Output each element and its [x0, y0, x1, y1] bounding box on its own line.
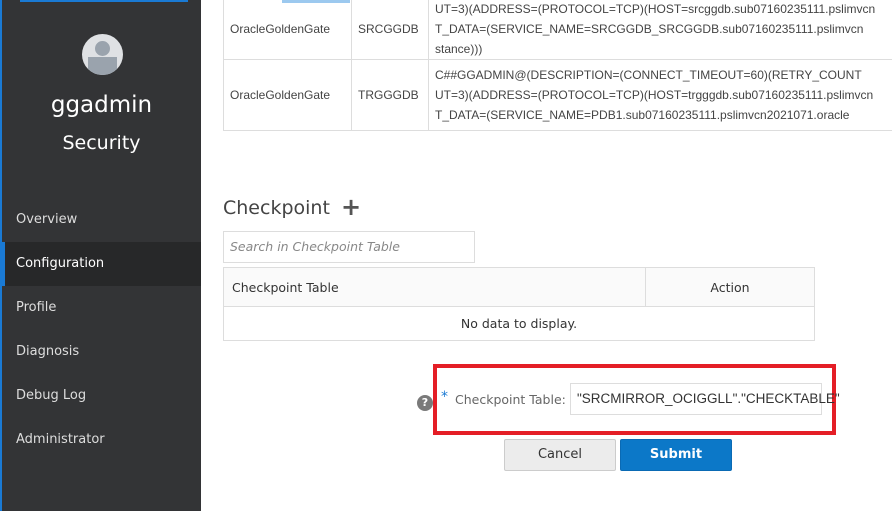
sidebar-item-overview[interactable]: Overview [2, 198, 201, 242]
userid-line: T_DATA=(SERVICE_NAME=PDB1.sub07160235111… [435, 108, 850, 122]
sidebar-item-profile[interactable]: Profile [2, 286, 201, 330]
sidebar-item-diagnosis[interactable]: Diagnosis [2, 330, 201, 374]
sidebar-nav: Overview Configuration Profile Diagnosis… [2, 198, 201, 462]
required-marker: * [441, 389, 448, 405]
column-header-checkpoint-table: Checkpoint Table [223, 267, 646, 307]
domain-cell: OracleGoldenGate [223, 0, 352, 60]
top-accent-bar [20, 0, 188, 2]
alias-cell: TRGGGDB [351, 59, 429, 131]
submit-button[interactable]: Submit [620, 439, 732, 471]
table-row: OracleGoldenGate SRCGGDB UT=3)(ADDRESS=(… [223, 0, 892, 60]
empty-message: No data to display. [223, 306, 815, 341]
checkpoint-title: Checkpoint [223, 197, 330, 219]
userid-line: T_DATA=(SERVICE_NAME=SRCGGDB_SRCGGDB.sub… [435, 22, 864, 36]
userid-line: C##GGADMIN@(DESCRIPTION=(CONNECT_TIMEOUT… [435, 68, 862, 82]
help-icon[interactable]: ? [417, 395, 433, 411]
checkpoint-table: Checkpoint Table Action No data to displ… [223, 267, 815, 341]
column-header-action: Action [645, 267, 815, 307]
userid-cell: C##GGADMIN@(DESCRIPTION=(CONNECT_TIMEOUT… [428, 59, 892, 131]
checkpoint-search-input[interactable]: Search in Checkpoint Table [223, 231, 475, 263]
checkpoint-table-input[interactable]: "SRCMIRROR_OCIGGLL"."CHECKTABLE" [570, 383, 840, 415]
sidebar-item-administrator[interactable]: Administrator [2, 418, 201, 462]
userid-line: UT=3)(ADDRESS=(PROTOCOL=TCP)(HOST=trgggd… [435, 88, 874, 102]
add-checkpoint-plus-icon[interactable]: + [341, 193, 361, 221]
credentials-table: OracleGoldenGate SRCGGDB UT=3)(ADDRESS=(… [223, 0, 892, 131]
role: Security [62, 132, 141, 154]
userid-line: stance))) [435, 42, 483, 56]
avatar-icon [82, 34, 123, 75]
checkpoint-table-label: Checkpoint Table: [455, 392, 566, 407]
sidebar-item-debug-log[interactable]: Debug Log [2, 374, 201, 418]
alias-cell: SRCGGDB [351, 0, 429, 60]
table-row: OracleGoldenGate TRGGGDB C##GGADMIN@(DES… [223, 59, 892, 131]
userid-cell: UT=3)(ADDRESS=(PROTOCOL=TCP)(HOST=srcggd… [428, 0, 892, 60]
userid-line: UT=3)(ADDRESS=(PROTOCOL=TCP)(HOST=srcggd… [435, 2, 876, 16]
sidebar-item-configuration[interactable]: Configuration [2, 242, 201, 286]
sidebar: ggadmin Security Overview Configuration … [0, 0, 201, 511]
username: ggadmin [50, 92, 153, 118]
cancel-button[interactable]: Cancel [504, 439, 616, 471]
domain-cell: OracleGoldenGate [223, 59, 352, 131]
